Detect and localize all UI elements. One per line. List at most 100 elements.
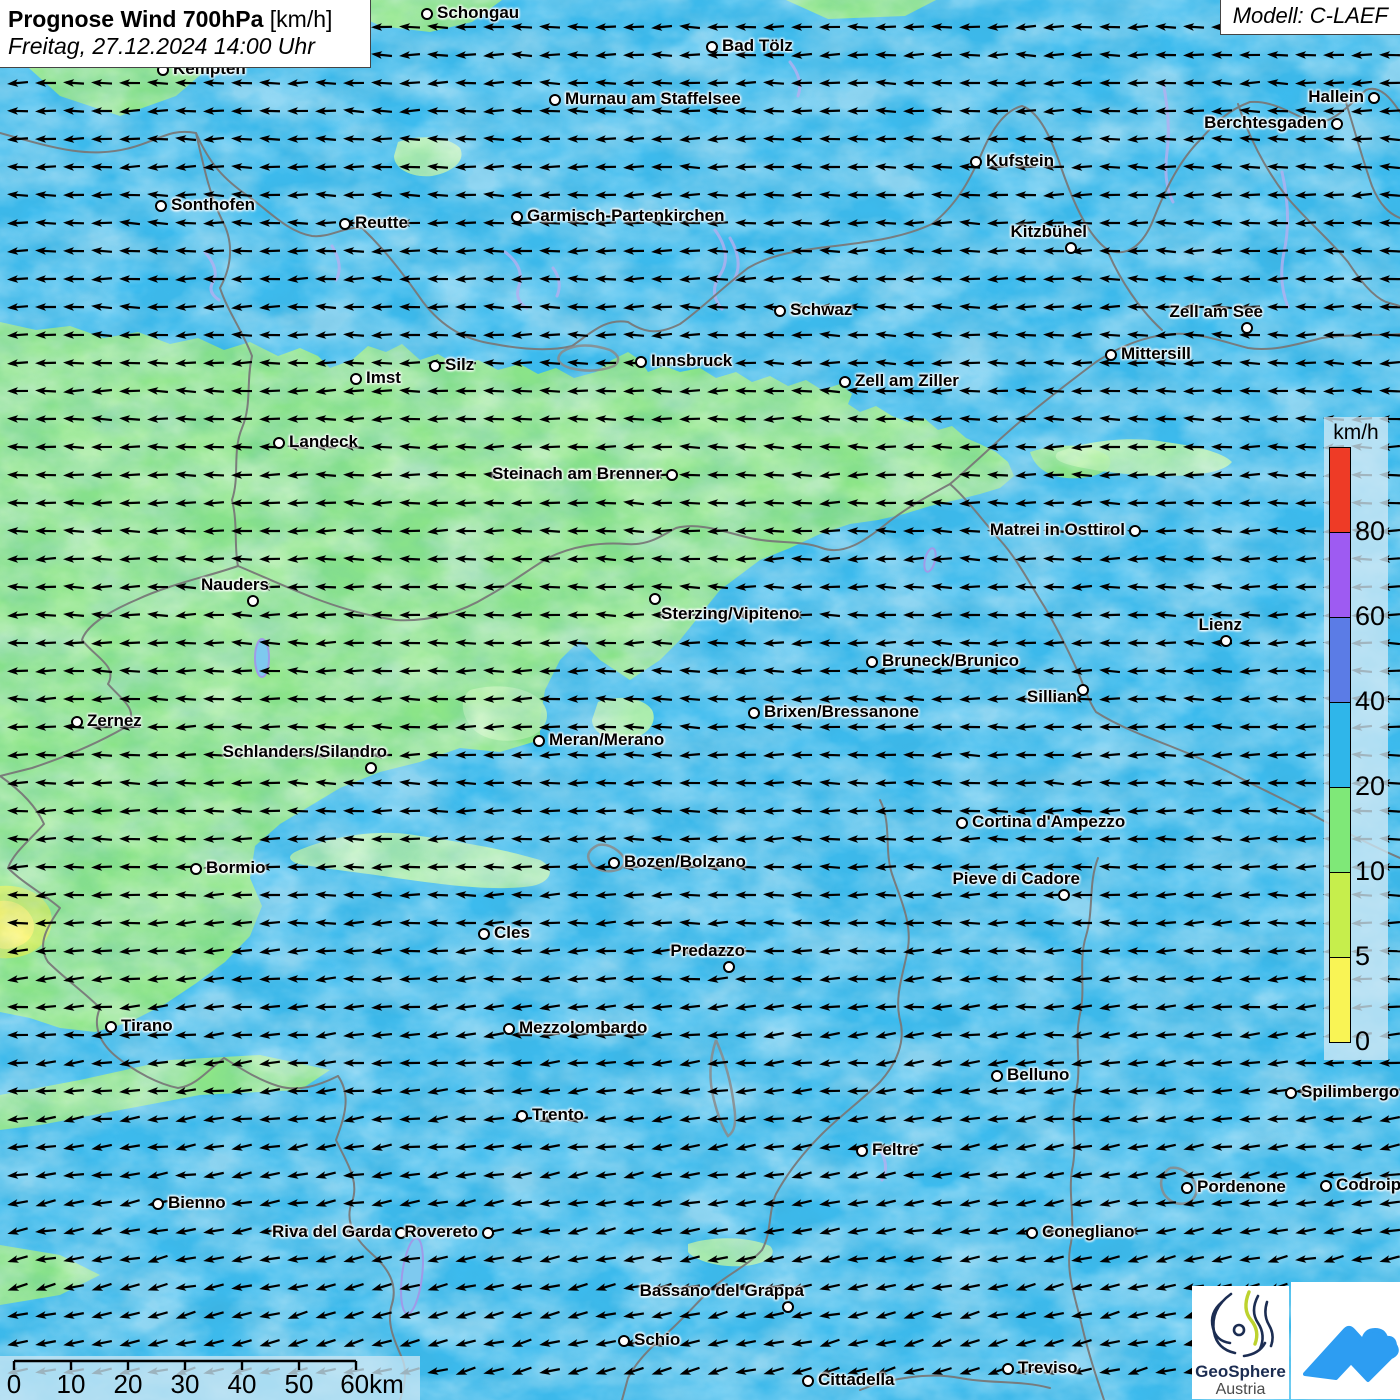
city-marker	[421, 8, 433, 20]
legend-segment	[1329, 447, 1351, 533]
legend-segment	[1329, 872, 1351, 958]
city-marker	[1181, 1182, 1193, 1194]
weather-map-stage: SchongauBad TölzKemptenMurnau am Staffel…	[0, 0, 1400, 1400]
city-marker	[782, 1301, 794, 1313]
city-marker	[105, 1021, 117, 1033]
city-marker	[533, 735, 545, 747]
city-label: Conegliano	[1042, 1222, 1135, 1242]
city-label: Cittadella	[818, 1370, 895, 1390]
legend-threshold-label: 10	[1355, 856, 1385, 887]
city-label: Belluno	[1007, 1065, 1069, 1085]
city-label: Zell am Ziller	[855, 371, 959, 391]
city-marker	[1002, 1363, 1014, 1375]
map-scale-bar: 0102030405060km	[0, 1356, 420, 1400]
map-title: Prognose Wind 700hPa [km/h]	[8, 5, 360, 33]
city-marker	[429, 360, 441, 372]
city-marker	[1220, 635, 1232, 647]
city-marker	[970, 156, 982, 168]
city-marker	[748, 707, 760, 719]
map-title-unit: [km/h]	[270, 6, 333, 32]
city-label: Innsbruck	[651, 351, 732, 371]
city-marker	[1026, 1227, 1038, 1239]
city-label: Brixen/Bressanone	[764, 702, 919, 722]
city-label: Cortina d'Ampezzo	[972, 812, 1125, 832]
city-marker	[1331, 118, 1343, 130]
scale-tick-label: 20	[114, 1369, 143, 1400]
city-marker	[856, 1145, 868, 1157]
city-label: Kitzbühel	[1011, 222, 1088, 242]
scale-tick-label: 40	[228, 1369, 257, 1400]
city-marker	[1065, 242, 1077, 254]
geosphere-logo: GeoSphere Austria	[1192, 1286, 1289, 1399]
city-marker	[1105, 349, 1117, 361]
legend-threshold-label: 40	[1355, 686, 1385, 717]
city-label: Bienno	[168, 1193, 226, 1213]
city-label: Zernez	[87, 711, 142, 731]
city-marker	[618, 1335, 630, 1347]
city-label: Bormio	[206, 858, 266, 878]
legend-threshold-label: 20	[1355, 771, 1385, 802]
legend-segment	[1329, 702, 1351, 788]
city-marker	[503, 1023, 515, 1035]
city-marker	[991, 1070, 1003, 1082]
city-label: Rovereto	[404, 1222, 478, 1242]
city-label: Garmisch-Partenkirchen	[527, 206, 724, 226]
model-logo	[1291, 1282, 1400, 1399]
city-label: Hallein	[1308, 87, 1364, 107]
scale-tick-label: 30	[171, 1369, 200, 1400]
city-marker	[1058, 889, 1070, 901]
city-marker	[774, 305, 786, 317]
city-marker	[365, 762, 377, 774]
city-label: Pieve di Cadore	[952, 869, 1080, 889]
city-marker	[511, 211, 523, 223]
city-marker	[247, 595, 259, 607]
city-label: Trento	[532, 1105, 584, 1125]
city-marker	[723, 961, 735, 973]
city-marker	[152, 1198, 164, 1210]
legend-threshold-label: 80	[1355, 516, 1385, 547]
city-label: Reutte	[355, 213, 408, 233]
city-marker	[635, 356, 647, 368]
model-label: Modell: C-LAEF	[1233, 3, 1388, 28]
city-label: Pordenone	[1197, 1177, 1286, 1197]
city-marker	[1285, 1087, 1297, 1099]
city-marker	[1368, 92, 1380, 104]
city-marker	[190, 863, 202, 875]
city-marker	[802, 1375, 814, 1387]
city-label: Riva del Garda	[272, 1222, 391, 1242]
legend-segment	[1329, 787, 1351, 873]
city-label: Spilimbergo	[1301, 1082, 1399, 1102]
legend-threshold-label: 0	[1355, 1026, 1370, 1057]
city-marker	[1320, 1180, 1332, 1192]
legend-threshold-label: 5	[1355, 941, 1370, 972]
wind-speed-legend: km/h 806040201050	[1324, 417, 1388, 1060]
geosphere-fingerprint-icon	[1192, 1286, 1289, 1360]
legend-threshold-label: 60	[1355, 601, 1385, 632]
model-label-box: Modell: C-LAEF	[1220, 0, 1400, 35]
legend-segment	[1329, 617, 1351, 703]
city-label: Murnau am Staffelsee	[565, 89, 741, 109]
city-marker	[706, 41, 718, 53]
city-marker	[649, 593, 661, 605]
city-label: Tirano	[121, 1016, 173, 1036]
city-label: Mittersill	[1121, 344, 1191, 364]
legend-segment	[1329, 532, 1351, 618]
city-label: Mezzolombardo	[519, 1018, 647, 1038]
city-label: Steinach am Brenner	[492, 464, 662, 484]
city-label: Nauders	[201, 575, 269, 595]
city-marker	[1077, 684, 1089, 696]
geosphere-org-name: GeoSphere	[1192, 1363, 1289, 1381]
legend-color-bar	[1329, 448, 1351, 1043]
city-label: Schlanders/Silandro	[223, 742, 387, 762]
city-label: Feltre	[872, 1140, 918, 1160]
city-marker	[339, 218, 351, 230]
city-label: Treviso	[1018, 1358, 1078, 1378]
city-marker	[71, 716, 83, 728]
city-label: Bassano del Grappa	[640, 1281, 804, 1301]
city-label: Kufstein	[986, 151, 1054, 171]
city-marker	[839, 376, 851, 388]
city-label: Silz	[445, 355, 474, 375]
city-label: Schio	[634, 1330, 680, 1350]
city-label: Sillian	[1027, 687, 1077, 707]
city-label: Schwaz	[790, 300, 852, 320]
